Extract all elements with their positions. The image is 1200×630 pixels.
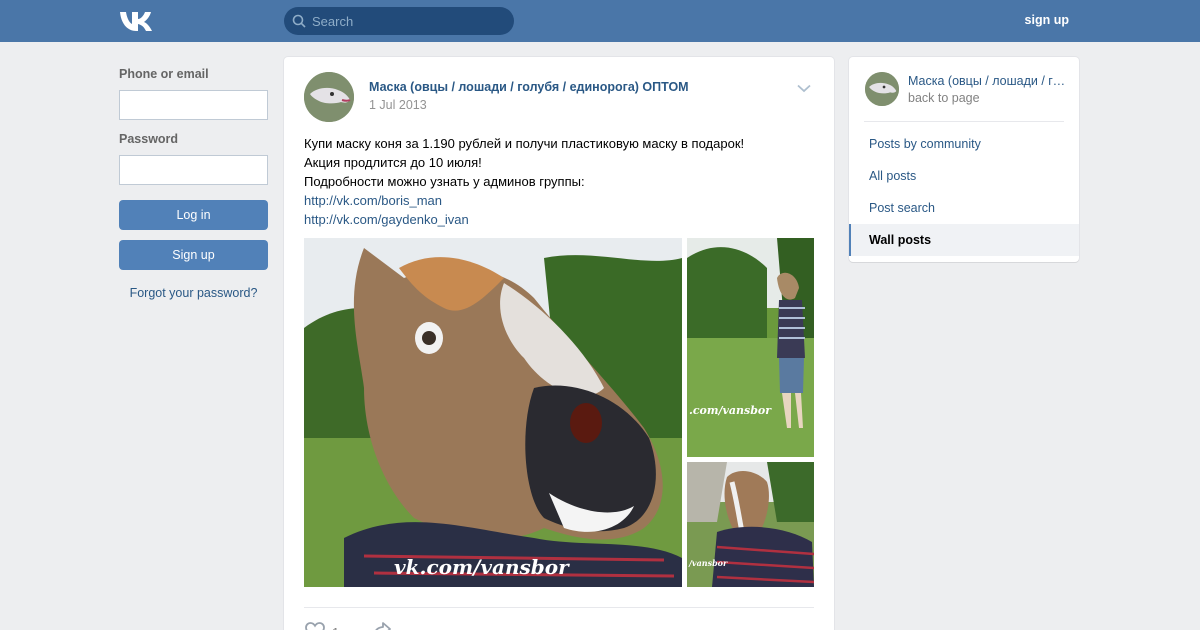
login-button[interactable]: Log in <box>119 200 268 230</box>
post-photo-2[interactable]: .com/vansbor <box>687 238 814 457</box>
chevron-down-icon[interactable] <box>797 84 811 93</box>
community-sidebar: Маска (овцы / лошади / голубя / единорог… <box>849 57 1079 262</box>
phone-input[interactable] <box>119 90 268 120</box>
photo-watermark: /vansbor <box>688 558 728 568</box>
like-count: 1 <box>332 625 339 630</box>
signup-link[interactable]: sign up <box>1025 13 1069 27</box>
post-author[interactable]: Маска (овцы / лошади / голубя / единорог… <box>369 80 689 94</box>
password-input[interactable] <box>119 155 268 185</box>
forgot-password-link[interactable]: Forgot your password? <box>119 286 268 300</box>
phone-label: Phone or email <box>119 67 209 81</box>
post-divider <box>304 607 814 608</box>
sidebar-divider <box>864 121 1064 122</box>
post-link[interactable]: http://vk.com/boris_man <box>304 191 814 210</box>
photo-watermark: vk.com/vansbor <box>394 555 570 579</box>
search-icon <box>292 14 306 28</box>
sidebar-item-all-posts[interactable]: All posts <box>849 160 1079 192</box>
back-to-page-link[interactable]: back to page <box>908 91 980 105</box>
post-date[interactable]: 1 Jul 2013 <box>369 98 427 112</box>
like-heart-icon[interactable] <box>304 621 326 630</box>
vk-logo-icon[interactable] <box>118 9 154 33</box>
wall-post: Маска (овцы / лошади / голубя / единорог… <box>284 57 834 630</box>
post-text: Купи маску коня за 1.190 рублей и получи… <box>304 134 814 229</box>
sidebar-menu: Posts by community All posts Post search… <box>849 128 1079 256</box>
signup-button[interactable]: Sign up <box>119 240 268 270</box>
photo-watermark: .com/vansbor <box>689 404 772 417</box>
sidebar-item-posts-by-community[interactable]: Posts by community <box>849 128 1079 160</box>
post-photo-main[interactable]: vk.com/vansbor <box>304 238 682 587</box>
sidebar-item-post-search[interactable]: Post search <box>849 192 1079 224</box>
sidebar-avatar[interactable] <box>865 72 899 106</box>
post-photo-3[interactable]: /vansbor <box>687 462 814 587</box>
post-text-line: Купи маску коня за 1.190 рублей и получи… <box>304 136 745 151</box>
post-link[interactable]: http://vk.com/gaydenko_ivan <box>304 210 814 229</box>
post-avatar[interactable] <box>304 72 354 122</box>
password-label: Password <box>119 132 179 146</box>
post-text-line: Подробности можно узнать у админов групп… <box>304 174 585 189</box>
top-header: sign up <box>0 0 1200 42</box>
search-box[interactable] <box>284 7 514 35</box>
sidebar-community-title[interactable]: Маска (овцы / лошади / голубя / единорог… <box>908 74 1068 88</box>
search-input[interactable] <box>312 7 508 35</box>
post-text-line: Акция продлится до 10 июля! <box>304 155 482 170</box>
share-icon[interactable] <box>372 621 392 630</box>
sidebar-item-wall-posts[interactable]: Wall posts <box>849 224 1079 256</box>
